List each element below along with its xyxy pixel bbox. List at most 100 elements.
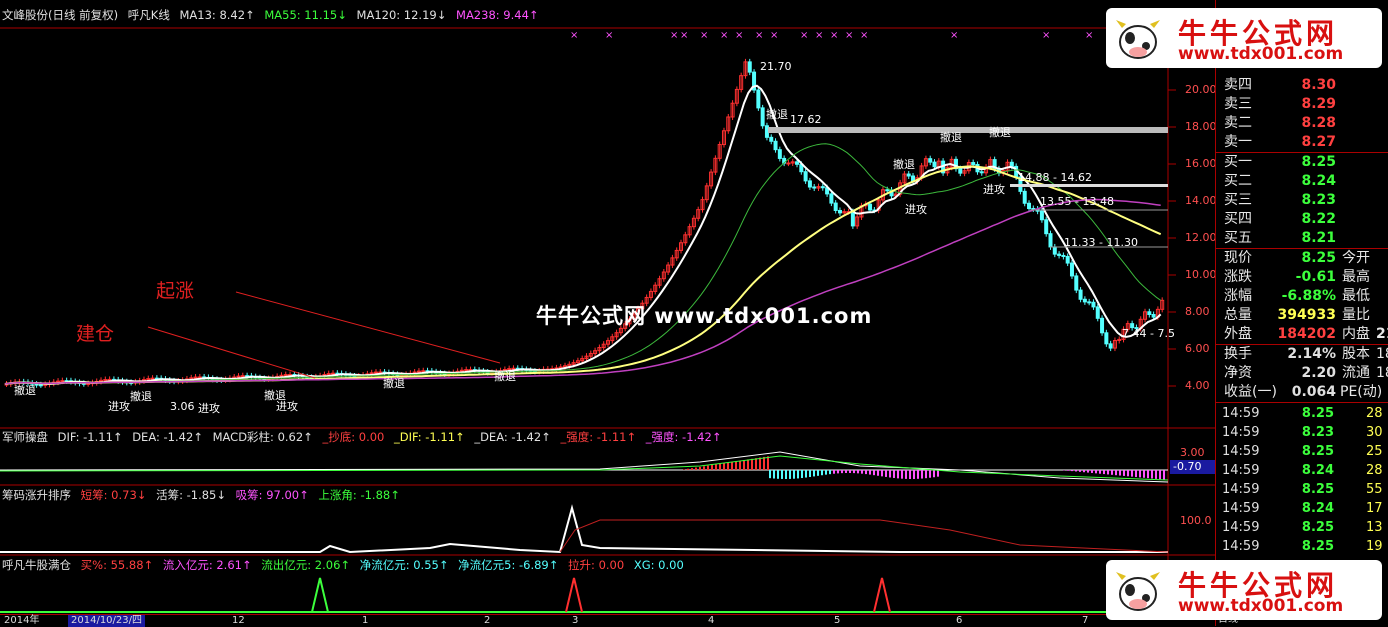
flow-net5: 净流亿元5: -6.89↑ <box>458 558 559 572</box>
time-axis[interactable]: 2014年 2014/10/23/四 12 1 2 3 4 5 6 7 <box>0 614 1215 627</box>
flow-spike <box>311 577 329 613</box>
chips-short: 短筹: 0.73↓ <box>80 488 147 502</box>
stat-value2: 210 <box>1376 326 1388 342</box>
zone5-price-tag: 7.44 - 7.5 <box>1122 327 1175 340</box>
chips-absorb-line <box>559 519 1169 553</box>
sell3-label: 卖三 <box>1224 96 1252 112</box>
top-signal-marker: × <box>770 30 778 41</box>
candle-body <box>1074 275 1079 291</box>
stat-value: 0.064 <box>1291 384 1336 400</box>
candle-body <box>747 61 752 73</box>
watermark-bottom: 牛牛公式网 www.tdx001.com <box>1106 560 1382 620</box>
macd-bottom: _抄底: 0.00 <box>322 430 385 444</box>
stat-value: 184202 <box>1277 326 1336 342</box>
stat-row: 收益(一) 0.064 PE(动) <box>1222 383 1388 402</box>
stat-label: 涨幅 <box>1224 288 1252 304</box>
buy5-price: 8.21 <box>1301 230 1336 246</box>
stat-label2: 股本 <box>1342 346 1370 362</box>
buy2-row: 买二 8.24 <box>1222 172 1388 191</box>
x-month: 4 <box>708 615 715 626</box>
candle-body <box>60 380 65 383</box>
buy2-label: 买二 <box>1224 173 1252 189</box>
tick-row: 14:59 8.25 25 <box>1220 442 1388 461</box>
signal-retreat: 撤退 <box>494 370 516 383</box>
candle-body <box>795 161 800 165</box>
tick-volume: 30 <box>1366 425 1383 440</box>
stat-label2: 流通 <box>1342 365 1370 381</box>
top-signal-marker: × <box>845 30 853 41</box>
stat-row: 现价 8.25 今开 <box>1222 249 1388 268</box>
stat-row: 涨跌 -0.61 最高 <box>1222 268 1388 287</box>
tick-price: 8.24 <box>1301 463 1334 478</box>
x-month: 1 <box>362 615 369 626</box>
tick-volume: 13 <box>1366 520 1383 535</box>
candle-body <box>906 173 911 177</box>
top-signal-marker: × <box>1042 30 1050 41</box>
stat-label: 净资 <box>1224 365 1252 381</box>
candle-body <box>1057 253 1062 256</box>
candle-body <box>146 378 151 381</box>
top-signal-marker: × <box>735 30 743 41</box>
stat-label2: 量比 <box>1342 307 1370 323</box>
stat-label: 换手 <box>1224 346 1252 362</box>
flow-name: 呼凡牛股满仓 <box>2 558 71 572</box>
cow-logo-icon <box>1116 572 1160 611</box>
tick-time: 14:59 <box>1222 463 1260 478</box>
sell4-label: 卖四 <box>1224 77 1252 93</box>
signal-attack: 进攻 <box>198 402 220 415</box>
annotation-arrow <box>147 326 316 379</box>
top-signal-marker: × <box>605 30 613 41</box>
flow-inflow: 流入亿元: 2.61↑ <box>162 558 252 572</box>
x-month: 12 <box>232 615 245 626</box>
high-price-tag: 21.70 <box>760 60 792 73</box>
sell3-row: 卖三 8.29 <box>1222 95 1388 114</box>
candle-body <box>1087 301 1092 304</box>
resistance-band <box>1010 184 1168 187</box>
stat-label2: 内盘 <box>1342 326 1370 342</box>
candle-body <box>1044 219 1049 235</box>
divider <box>1216 402 1388 403</box>
candle-body <box>812 186 817 189</box>
candle-body <box>373 371 378 374</box>
candle-body <box>833 202 838 211</box>
x-month: 6 <box>956 615 963 626</box>
candle-body <box>283 374 288 377</box>
chart-area[interactable]: × × × × × × × × × × × × × × × × × 文峰股份(日线 前复权) 呼凡K线 MA13… <box>0 0 1218 627</box>
signal-attack: 进攻 <box>108 400 130 413</box>
sell1-label: 卖一 <box>1224 134 1252 150</box>
annotation-build: 建仓 <box>76 323 115 345</box>
flow-header: 呼凡牛股满仓 买%: 55.88↑ 流入亿元: 2.61↑ 流出亿元: 2.06… <box>2 558 690 572</box>
flow-buy: 买%: 55.88↑ <box>80 558 154 572</box>
sell2-row: 卖二 8.28 <box>1222 114 1388 133</box>
tick-price: 8.25 <box>1301 539 1334 554</box>
tick-row: 14:59 8.25 55 <box>1220 480 1388 499</box>
candle-body <box>1065 255 1070 264</box>
stat-row: 换手 2.14% 股本 18 <box>1222 345 1388 364</box>
macd-header: 军师操盘 DIF: -1.11↑ DEA: -1.42↑ MACD彩柱: 0.6… <box>2 430 727 444</box>
flow-net: 净流亿元: 0.55↑ <box>359 558 449 572</box>
tick-row: 14:59 8.25 13 <box>1220 518 1388 537</box>
candle-body <box>928 158 933 163</box>
top-signal-marker: × <box>860 30 868 41</box>
candle-body <box>868 203 873 211</box>
buy5-label: 买五 <box>1224 230 1252 246</box>
zone4-price-tag: 11.33 - 11.30 <box>1064 236 1138 249</box>
tick-time: 14:59 <box>1222 406 1260 421</box>
top-signal-marker: × <box>755 30 763 41</box>
candle-body <box>1147 311 1152 316</box>
sell1-row: 卖一 8.27 <box>1222 133 1388 152</box>
signal-retreat: 撤退 <box>766 108 788 121</box>
buy4-price: 8.22 <box>1301 211 1336 227</box>
candle-body <box>1108 343 1113 349</box>
candle-body <box>1151 314 1156 318</box>
candle-body <box>150 377 155 380</box>
tick-row: 14:59 8.25 19 <box>1220 537 1388 556</box>
signal-retreat: 撤退 <box>940 131 962 144</box>
stat-label: 涨跌 <box>1224 269 1252 285</box>
candle-body <box>971 162 976 165</box>
stat-label: 外盘 <box>1224 326 1252 342</box>
candle-body <box>1009 161 1014 167</box>
annotation-arrow <box>235 291 501 364</box>
top-signal-marker: × <box>700 30 708 41</box>
indicator-name: 呼凡K线 <box>127 8 170 22</box>
